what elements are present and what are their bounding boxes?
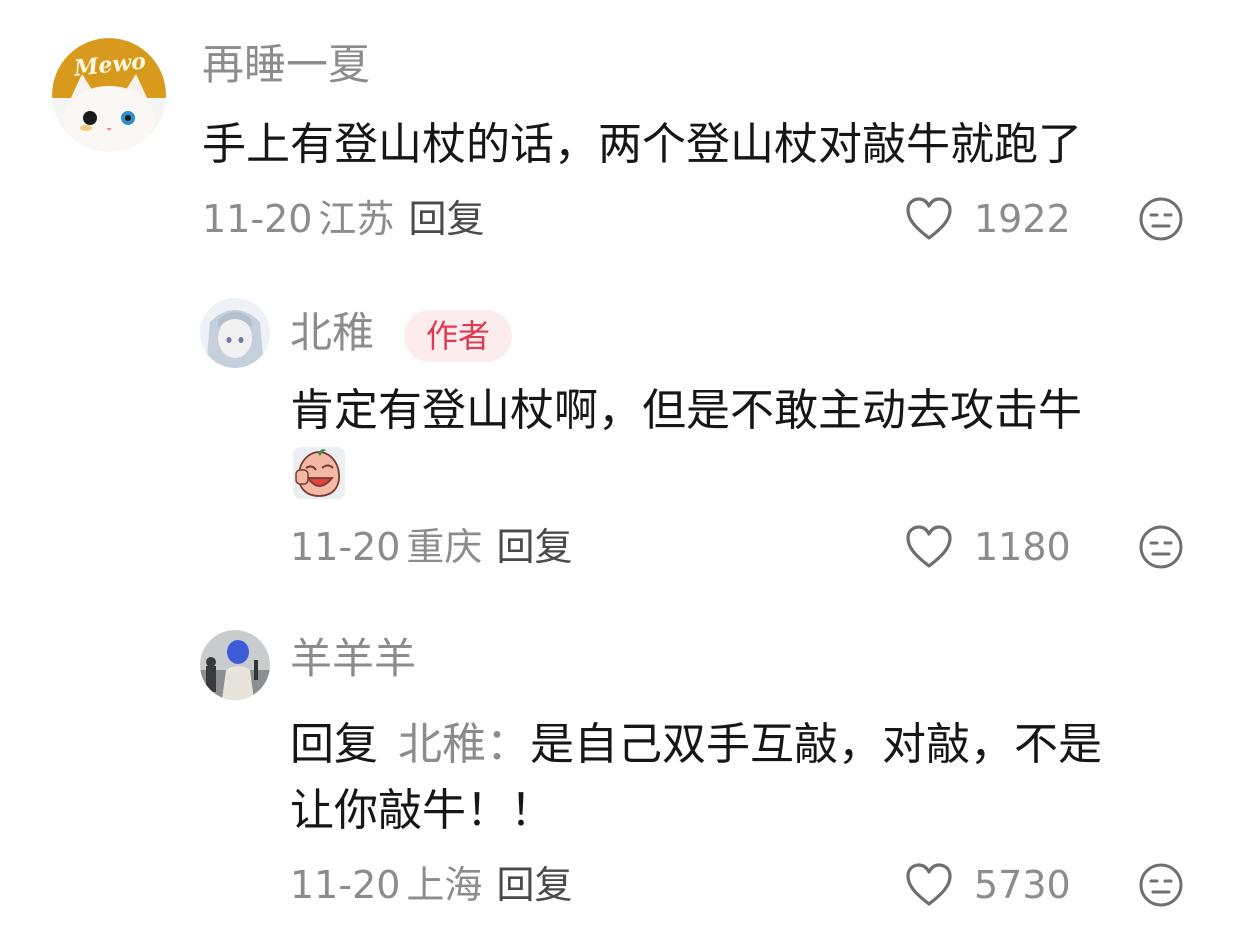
like-button[interactable]: 1180	[904, 522, 1071, 572]
comment-username[interactable]: 再睡一夏	[202, 44, 370, 86]
comment-date: 11-20	[290, 863, 401, 907]
heart-outline-icon	[906, 525, 952, 568]
like-count: 1922	[974, 197, 1071, 241]
comment-date: 11-20	[290, 525, 401, 569]
avatar[interactable]	[200, 298, 270, 368]
reply-button[interactable]: 回复	[496, 863, 572, 907]
comment-username[interactable]: 北稚	[290, 312, 374, 354]
comment-location: 江苏	[318, 197, 395, 241]
comment-meta: 11-20 重庆 回复	[290, 528, 572, 566]
like-count: 5730	[974, 863, 1071, 907]
reply-prefix: 回复	[290, 719, 378, 770]
avatar-anime-image	[200, 298, 270, 368]
heart-outline-icon	[906, 197, 952, 240]
comment-date: 11-20	[202, 197, 313, 241]
dislike-button[interactable]	[1138, 196, 1184, 242]
comment-text-line2: 让你敲牛！！	[290, 785, 554, 836]
like-count: 1180	[974, 525, 1071, 569]
author-badge: 作者	[404, 310, 513, 362]
comment-username[interactable]: 羊羊羊	[290, 638, 416, 680]
meh-face-icon	[1139, 863, 1183, 907]
heart-outline-icon	[906, 863, 952, 906]
like-button[interactable]: 5730	[904, 860, 1071, 910]
sticker-emoji	[292, 446, 346, 500]
comment-text: 肯定有登山杖啊，但是不敢主动去攻击牛	[290, 385, 1082, 436]
comment-text: 手上有登山杖的话，两个登山杖对敲牛就跑了	[202, 119, 1082, 170]
comment-location: 上海	[406, 863, 483, 907]
comment-meta: 11-20 上海 回复	[290, 866, 572, 904]
avatar[interactable]	[200, 630, 270, 700]
avatar-photo-image	[200, 630, 270, 700]
dislike-button[interactable]	[1138, 524, 1184, 570]
reply-target-username[interactable]: 北稚：	[398, 719, 530, 770]
dislike-button[interactable]	[1138, 862, 1184, 908]
comment-meta: 11-20 江苏 回复	[202, 200, 484, 238]
reply-button[interactable]: 回复	[408, 197, 484, 241]
comment-location: 重庆	[406, 525, 483, 569]
meh-face-icon	[1139, 525, 1183, 569]
avatar[interactable]: Mewo	[52, 38, 166, 152]
like-button[interactable]: 1922	[904, 194, 1071, 244]
comment-text-line1: 是自己双手互敲，对敲，不是	[530, 719, 1102, 770]
reply-button[interactable]: 回复	[496, 525, 572, 569]
meh-face-icon	[1139, 197, 1183, 241]
comment-text: 回复 北稚：是自己双手互敲，对敲，不是	[290, 712, 1102, 778]
